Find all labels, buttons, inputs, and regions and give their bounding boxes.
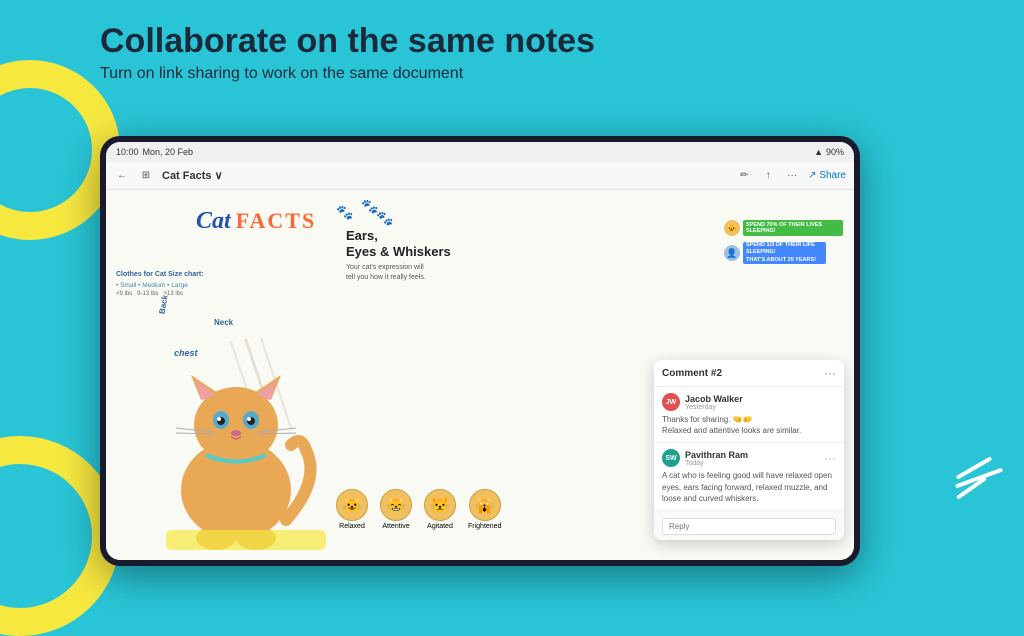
status-left: 10:00 Mon, 20 Feb [116, 147, 193, 157]
comment-text-2: A cat who is feeling good will have rela… [662, 470, 836, 504]
comment-item-1: JW Jacob Walker Yesterday Thanks for sha… [654, 387, 844, 443]
cat-face-relaxed: 😺 Relaxed [336, 489, 368, 530]
content-area: Cat FACTS 🐾 🐾 🐾 Clothes for Cat Size cha… [106, 190, 854, 560]
header-section: Collaborate on the same notes Turn on li… [100, 22, 595, 83]
ears-section: Ears,Eyes & Whiskers Your cat's expressi… [346, 228, 526, 283]
share-button[interactable]: ↗ Share [808, 170, 846, 181]
cat-face-attentive-label: Attentive [380, 523, 412, 530]
comment-user-row-1: JW Jacob Walker Yesterday [662, 393, 836, 411]
paw-print-3: 🐾 [376, 210, 393, 227]
comment-header-more-icon[interactable]: ··· [824, 366, 836, 380]
comment-user-info-1: Jacob Walker Yesterday [685, 394, 743, 411]
toolbar-actions: ✏ ↑ ··· ↗ Share [736, 168, 846, 184]
avatar-pavithran: SW [662, 449, 680, 467]
stats-section: 🐱 SPEND 70% OF THEIR LIVES SLEEPING! 👤 [724, 220, 854, 264]
stat-bar-fill-1: SPEND 70% OF THEIR LIVES SLEEPING! [743, 220, 843, 236]
cat-face-attentive-icon: 😸 [380, 489, 412, 521]
stat-cat-avatar-1: 🐱 [724, 220, 740, 236]
cat-face-agitated: 😾 Agitated [424, 489, 456, 530]
decorative-lines-right [954, 460, 1004, 496]
stat-bar-1: SPEND 70% OF THEIR LIVES SLEEPING! [743, 220, 854, 236]
comment-panel: Comment #2 ··· JW Jacob Walker Yesterday [654, 360, 844, 540]
stat-label-1: SPEND 70% OF THEIR LIVES SLEEPING! [746, 222, 840, 234]
stat-bar-fill-2: SPEND 1/3 OF THEIR LIFE SLEEPING!THAT'S … [743, 242, 826, 264]
ears-title: Ears,Eyes & Whiskers [346, 228, 526, 259]
cat-face-agitated-label: Agitated [424, 523, 456, 530]
note-cat-facts-title: Cat FACTS [196, 208, 316, 235]
size-chart-title: Clothes for Cat Size chart: [116, 270, 204, 281]
note-content: Cat FACTS 🐾 🐾 🐾 Clothes for Cat Size cha… [106, 190, 854, 560]
cat-face-frightened-icon: 🙀 [469, 489, 501, 521]
battery-level: 90% [826, 147, 844, 157]
cat-face-agitated-icon: 😾 [424, 489, 456, 521]
stat-item-2: 👤 SPEND 1/3 OF THEIR LIFE SLEEPING!THAT'… [724, 242, 854, 264]
comment-time-1: Yesterday [685, 404, 743, 411]
page-headline: Collaborate on the same notes [100, 22, 595, 61]
ears-desc: Your cat's expression willtell you how i… [346, 263, 526, 283]
note-title-facts: FACTS [236, 208, 317, 234]
stat-human-avatar-2: 👤 [724, 245, 740, 261]
cat-illustration [146, 330, 346, 550]
comment-more-icon-2[interactable]: ··· [824, 451, 836, 465]
more-options-icon[interactable]: ··· [784, 168, 800, 184]
comment-header: Comment #2 ··· [654, 360, 844, 387]
comment-user-row-2: SW Pavithran Ram Today ··· [662, 449, 836, 467]
cat-face-attentive: 😸 Attentive [380, 489, 412, 530]
avatar-jacob: JW [662, 393, 680, 411]
status-bar: 10:00 Mon, 20 Feb ▲ 90% [106, 142, 854, 162]
page-subheadline: Turn on link sharing to work on the same… [100, 65, 595, 83]
export-icon[interactable]: ↑ [760, 168, 776, 184]
back-button[interactable]: ← [114, 168, 130, 184]
tablet-device: 10:00 Mon, 20 Feb ▲ 90% ← ⊞ Cat Facts ∨ … [100, 136, 860, 566]
note-title-cat: Cat [196, 208, 231, 235]
cat-faces-row: 😺 Relaxed 😸 Attentive 😾 Agitated 🙀 Frigh… [336, 489, 501, 530]
status-right: ▲ 90% [814, 147, 844, 157]
comment-reply-area [654, 511, 844, 540]
stat-label-2: SPEND 1/3 OF THEIR LIFE SLEEPING!THAT'S … [746, 242, 823, 263]
label-back: Back [157, 294, 169, 314]
cat-face-frightened: 🙀 Frightened [468, 489, 501, 530]
document-title: Cat Facts ∨ [162, 169, 728, 182]
app-toolbar: ← ⊞ Cat Facts ∨ ✏ ↑ ··· ↗ Share [106, 162, 854, 190]
tablet-screen: 10:00 Mon, 20 Feb ▲ 90% ← ⊞ Cat Facts ∨ … [106, 142, 854, 560]
cat-face-relaxed-icon: 😺 [336, 489, 368, 521]
cat-face-relaxed-label: Relaxed [336, 523, 368, 530]
status-time: 10:00 [116, 147, 139, 157]
status-date: Mon, 20 Feb [143, 147, 194, 157]
pen-icon[interactable]: ✏ [736, 168, 752, 184]
stat-bar-2: SPEND 1/3 OF THEIR LIFE SLEEPING!THAT'S … [743, 242, 854, 264]
grid-button[interactable]: ⊞ [138, 168, 154, 184]
size-chart-labels: • Small • Medium • Large [116, 281, 204, 291]
comment-time-2: Today [685, 460, 748, 467]
comment-panel-title: Comment #2 [662, 368, 722, 379]
paw-print-1: 🐾 [336, 204, 353, 221]
label-chest: chest [174, 348, 198, 358]
comment-item-2: SW Pavithran Ram Today ··· A cat who is … [654, 443, 844, 511]
signal-icon: ▲ [814, 147, 823, 157]
comment-username-1: Jacob Walker [685, 394, 743, 404]
comment-text-1: Thanks for sharing. 🤜🤛Relaxed and attent… [662, 414, 836, 436]
cat-face-frightened-label: Frightened [468, 523, 501, 530]
label-neck: Neck [214, 318, 233, 327]
stat-item-1: 🐱 SPEND 70% OF THEIR LIVES SLEEPING! [724, 220, 854, 236]
comment-user-info-2: Pavithran Ram Today [685, 450, 748, 467]
comment-username-2: Pavithran Ram [685, 450, 748, 460]
reply-input[interactable] [662, 518, 836, 535]
